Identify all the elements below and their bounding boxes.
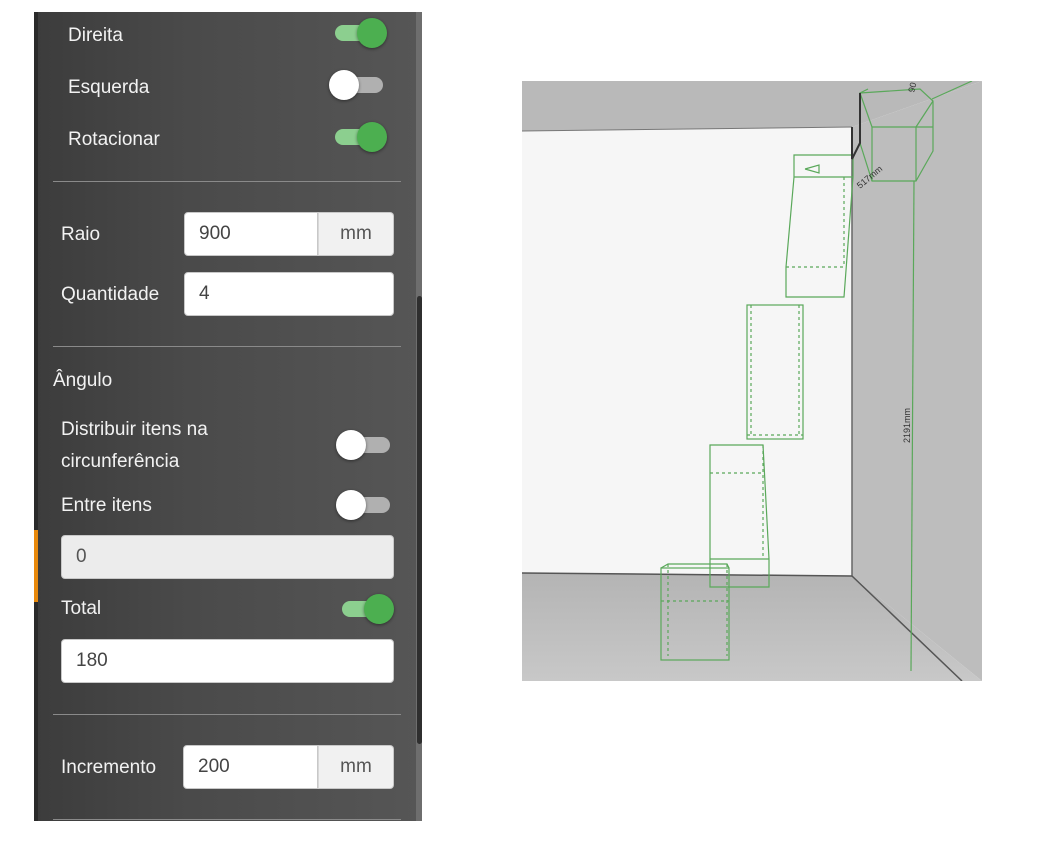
esquerda-toggle[interactable] (329, 69, 387, 101)
distribuir-label-line1: Distribuir itens na (61, 419, 208, 440)
entre-itens-input: 0 (61, 535, 394, 579)
quantidade-label: Quantidade (61, 284, 160, 305)
toggle-label-rotacionar: Rotacionar (68, 129, 160, 150)
entre-itens-toggle[interactable] (336, 489, 394, 521)
total-toggle[interactable] (338, 593, 394, 625)
incremento-label: Incremento (61, 757, 157, 778)
dimension-height-label: 2191mm (902, 408, 912, 443)
raio-unit: mm (318, 212, 394, 256)
divider (53, 819, 401, 820)
active-section-indicator (34, 530, 38, 602)
divider (53, 346, 401, 347)
incremento-input[interactable]: 200 (183, 745, 318, 789)
distribuir-label-line2: circunferência (61, 451, 180, 472)
toggle-label-esquerda: Esquerda (68, 77, 150, 98)
panel-scrollbar-thumb[interactable] (417, 296, 422, 744)
3d-viewport[interactable]: 517mm 2191mm 90 (522, 81, 982, 681)
total-label: Total (61, 598, 102, 619)
direita-toggle[interactable] (331, 17, 387, 49)
raio-label: Raio (61, 224, 101, 245)
divider (53, 181, 401, 182)
raio-input[interactable]: 900 (184, 212, 318, 256)
angulo-heading: Ângulo (53, 370, 113, 391)
quantidade-input[interactable]: 4 (184, 272, 394, 316)
total-input[interactable]: 180 (61, 639, 394, 683)
divider (53, 714, 401, 715)
rotacionar-toggle[interactable] (331, 121, 387, 153)
3d-scene: 517mm 2191mm 90 (522, 81, 982, 681)
panel-border (34, 12, 38, 821)
toggle-label-direita: Direita (68, 25, 123, 46)
incremento-unit: mm (318, 745, 394, 789)
distribuir-toggle[interactable] (336, 429, 394, 461)
entre-itens-label: Entre itens (61, 495, 152, 516)
